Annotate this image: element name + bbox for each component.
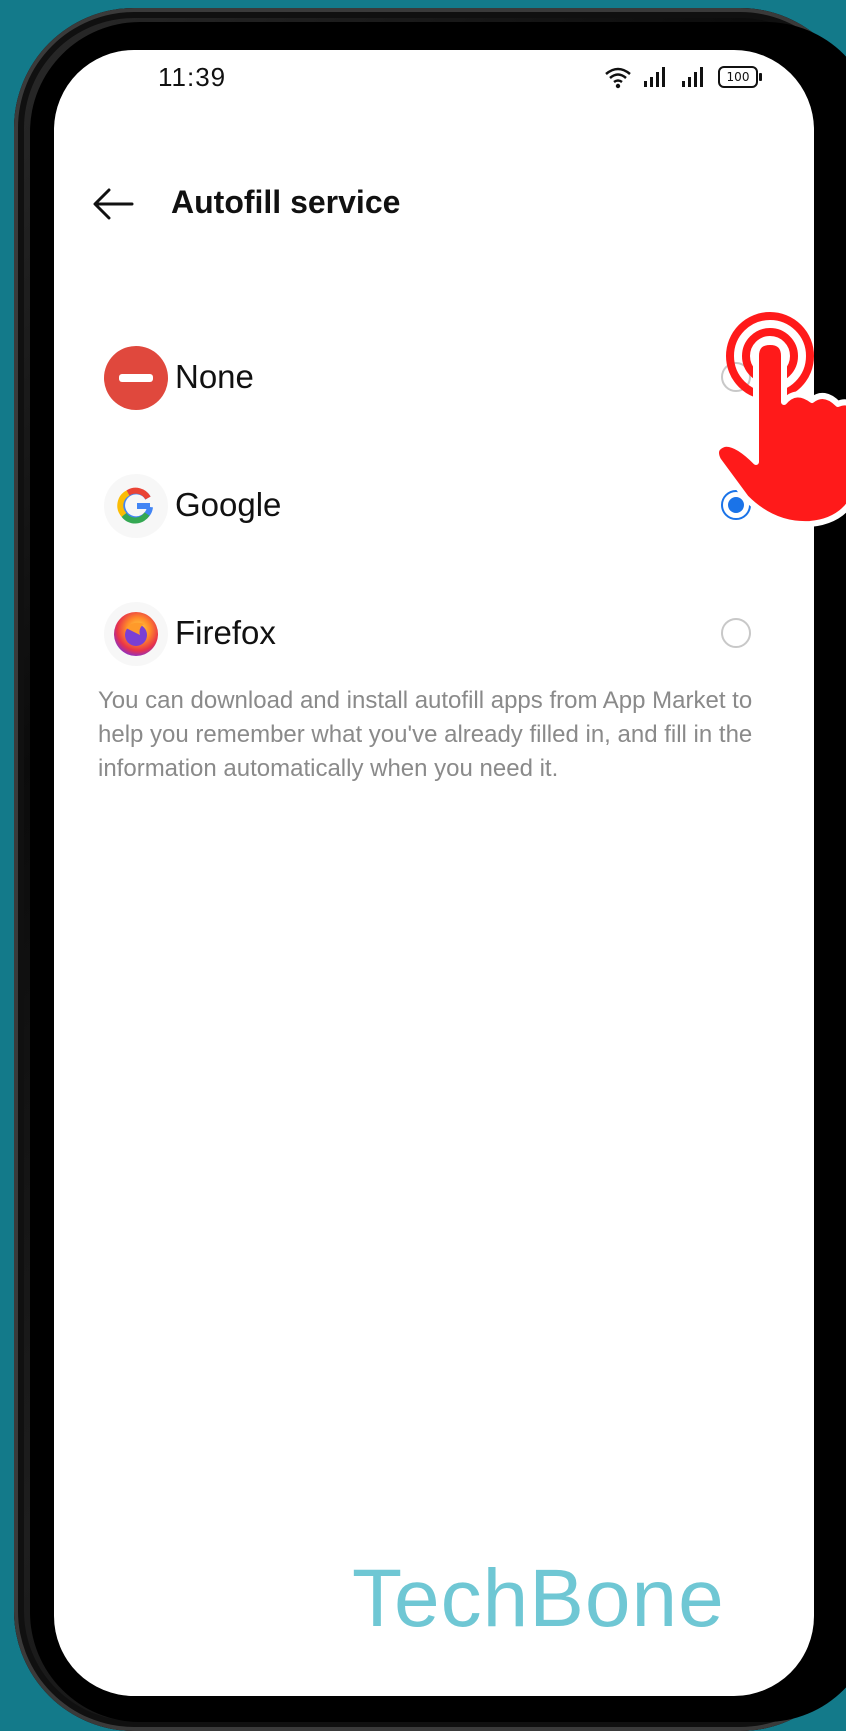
back-button[interactable]	[92, 186, 134, 222]
google-icon	[104, 474, 168, 538]
tap-hand-icon	[716, 312, 846, 528]
page-title: Autofill service	[171, 184, 401, 220]
status-time: 11:39	[158, 62, 227, 92]
battery-icon: 100	[718, 66, 762, 88]
firefox-icon	[104, 602, 168, 666]
signal-icon	[644, 67, 665, 87]
option-label: Google	[175, 486, 282, 523]
option-label: None	[175, 358, 254, 395]
phone-screen: 11:39 100 Autofill service None Google F…	[54, 50, 814, 1696]
back-arrow-icon	[93, 188, 134, 220]
description-text: You can download and install autofill ap…	[98, 687, 753, 782]
signal-icon	[682, 67, 703, 87]
option-google[interactable]: Google	[54, 454, 814, 554]
option-firefox[interactable]: Firefox	[54, 582, 814, 682]
no-entry-icon	[104, 346, 168, 410]
watermark: TechBone	[352, 1553, 725, 1644]
status-bar: 11:39 100	[54, 50, 814, 110]
app-bar: Autofill service	[54, 170, 814, 240]
option-label: Firefox	[175, 614, 276, 651]
status-icons: 100	[604, 62, 762, 92]
wifi-icon	[605, 67, 631, 89]
radio-button[interactable]	[721, 618, 751, 648]
battery-level: 100	[718, 66, 758, 88]
option-none[interactable]: None	[54, 326, 814, 426]
